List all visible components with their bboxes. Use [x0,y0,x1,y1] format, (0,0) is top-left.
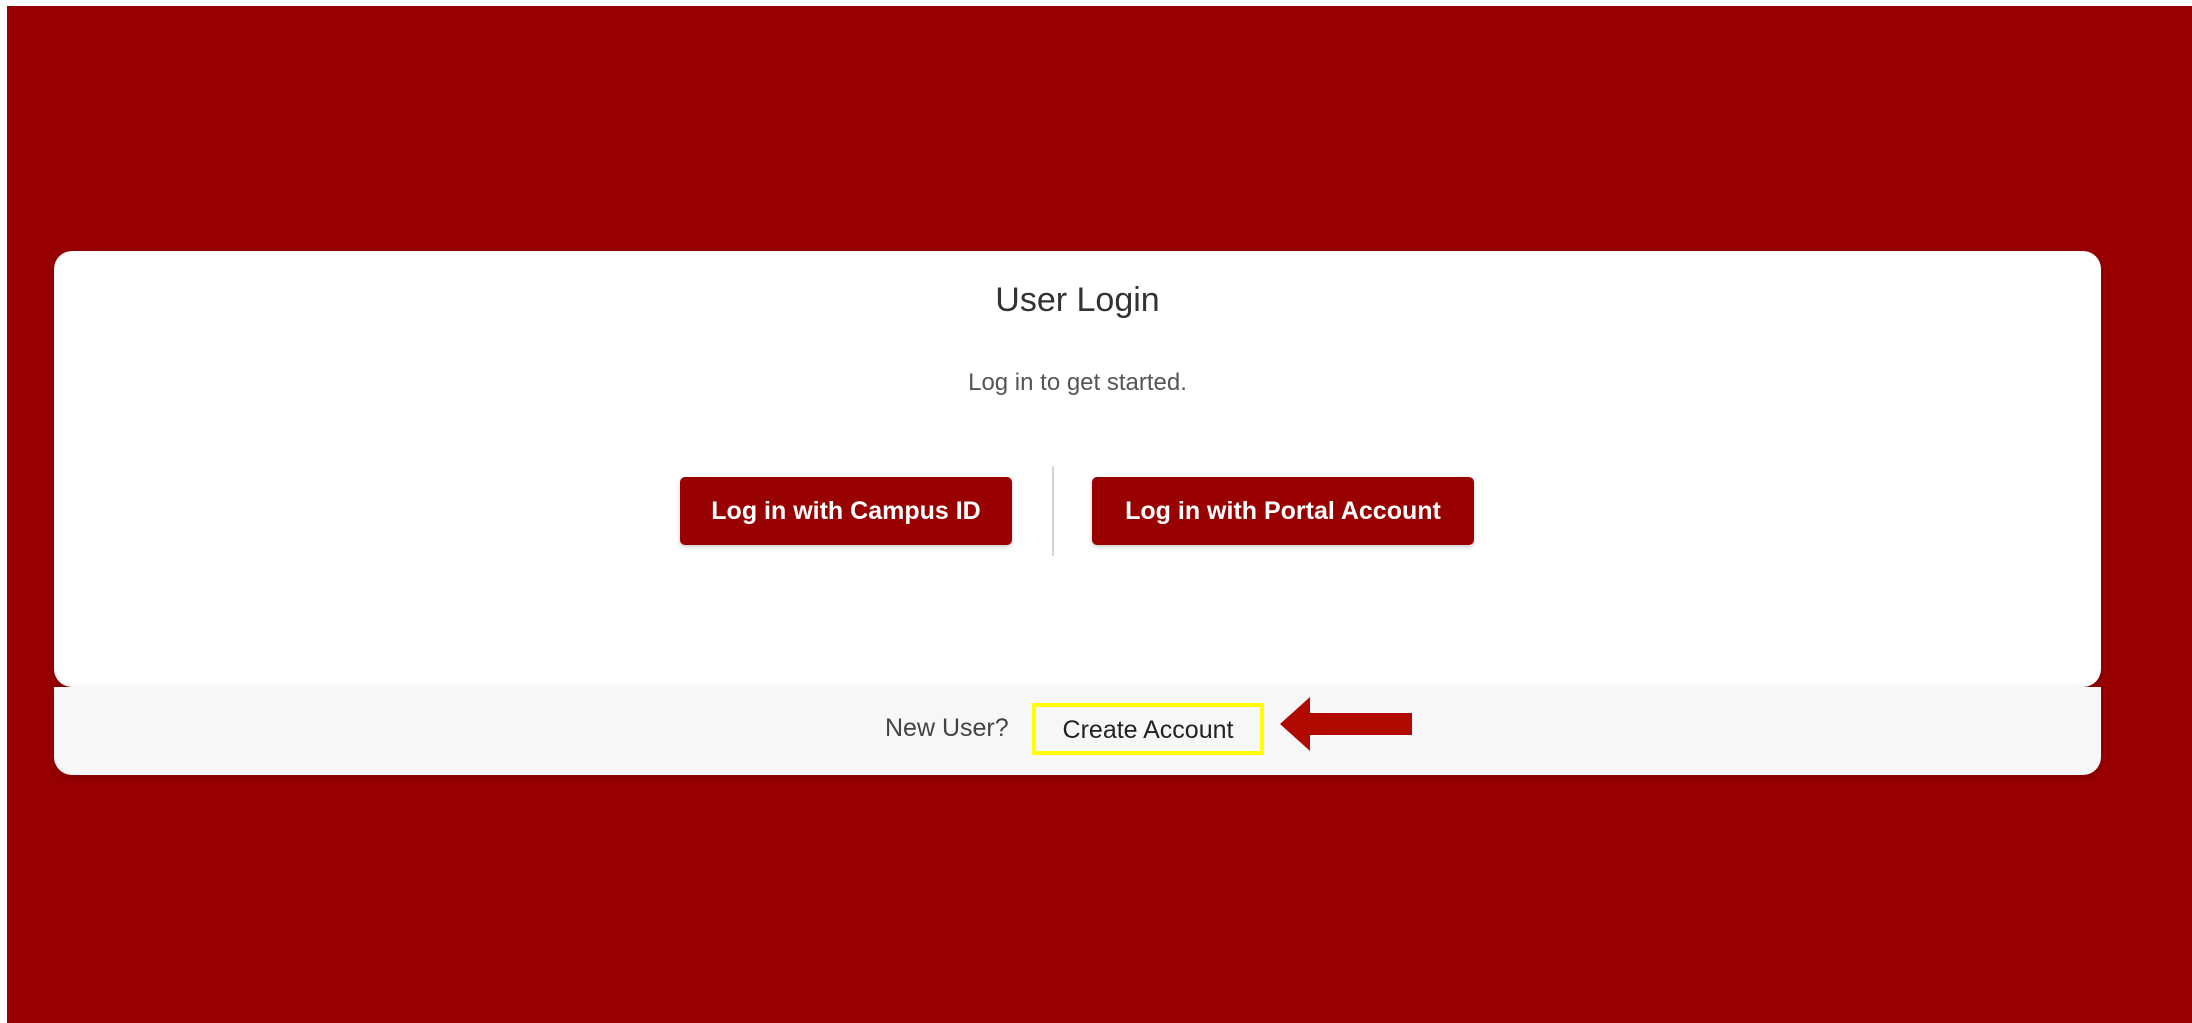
login-footer: New User? Create Account [54,687,2101,775]
create-account-link[interactable]: Create Account [1036,716,1260,745]
button-divider [1052,466,1054,556]
login-portal-account-button[interactable]: Log in with Portal Account [1092,477,1474,545]
login-campus-id-button[interactable]: Log in with Campus ID [680,477,1012,545]
page-background: User Login Log in to get started. Log in… [7,6,2192,1023]
login-subtitle: Log in to get started. [968,369,1187,396]
login-title: User Login [995,281,1160,319]
create-account-highlight: Create Account [1032,703,1264,755]
left-arrow-icon [1280,697,1412,751]
new-user-label: New User? [885,714,1009,742]
login-card: User Login Log in to get started. Log in… [54,251,2101,687]
